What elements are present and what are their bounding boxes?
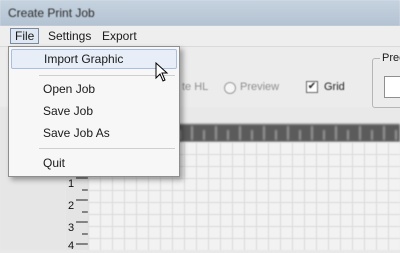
- menu-separator: [39, 148, 175, 149]
- menu-item-open-job[interactable]: Open Job: [11, 79, 175, 99]
- menu-file[interactable]: File: [10, 28, 40, 44]
- menu-settings[interactable]: Settings: [44, 28, 95, 44]
- ruler-label-2: 2: [68, 200, 75, 212]
- precision-group-label: Prec: [380, 52, 400, 64]
- window-title: Create Print Job: [8, 6, 95, 20]
- menu-item-import-graphic[interactable]: Import Graphic: [11, 49, 177, 69]
- menu-item-label: Save Job: [43, 104, 94, 118]
- ruler-label-1: 1: [68, 178, 75, 190]
- menu-item-save-job[interactable]: Save Job: [11, 101, 175, 121]
- menu-export[interactable]: Export: [98, 28, 141, 44]
- menu-bar: File Settings Export: [0, 26, 400, 47]
- grid-label: Grid: [324, 81, 345, 93]
- menu-item-label: Quit: [43, 156, 66, 170]
- menu-item-label: Save Job As: [43, 126, 110, 140]
- menu-item-save-job-as[interactable]: Save Job As: [11, 123, 175, 143]
- mouse-cursor-icon: [155, 62, 169, 82]
- ruler-label-4: 4: [68, 240, 75, 252]
- menu-item-label: Import Graphic: [44, 52, 124, 66]
- precision-input[interactable]: [384, 76, 400, 98]
- grid-checkbox[interactable]: ✔: [306, 81, 318, 93]
- preview-label: Preview: [240, 81, 280, 93]
- title-bar: Create Print Job: [0, 0, 400, 26]
- menu-item-label: Open Job: [43, 82, 96, 96]
- preview-radio[interactable]: [224, 82, 236, 94]
- partial-option-label: te HL: [182, 81, 209, 93]
- ruler-label-3: 3: [68, 222, 75, 234]
- menu-item-quit[interactable]: Quit: [11, 153, 175, 173]
